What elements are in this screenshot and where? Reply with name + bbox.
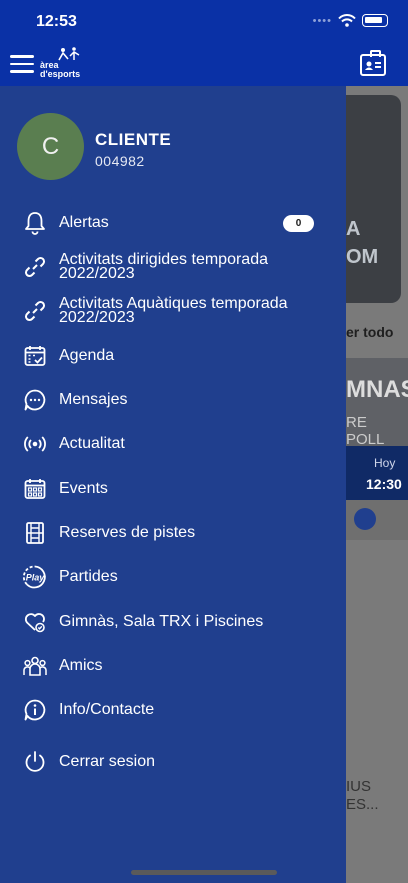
ver-todo-link: er todo: [346, 324, 394, 340]
schedule-day: Hoy: [374, 456, 396, 470]
menu-label: Amics: [59, 657, 103, 674]
bell-icon: [22, 210, 48, 236]
link-icon: [22, 298, 48, 324]
user-name: CLIENTE: [95, 130, 172, 149]
background-bottom-text: IUS ES...: [346, 778, 379, 813]
menu-label: Activitats dirigides temporada 2022/2023: [59, 251, 268, 282]
battery-icon: [362, 14, 388, 27]
logo-line2: d'esports: [40, 69, 81, 79]
schedule-time: 12:30: [366, 476, 402, 492]
menu-label: Info/Contacte: [59, 701, 155, 718]
id-card-icon: [365, 61, 381, 70]
menu-item-alertas[interactable]: Alertas 0: [0, 208, 346, 238]
menu-item-reserves-de-pistes[interactable]: Reserves de pistes: [0, 518, 346, 548]
user-id: 004982: [95, 153, 145, 169]
menu-label: Cerrar sesion: [59, 753, 156, 770]
power-icon: [22, 749, 48, 775]
schedule-strip: Hoy 12:30: [346, 446, 408, 500]
activity-icon: [354, 508, 376, 530]
menu-label: Actualitat: [59, 435, 125, 452]
menu-label: Activitats Aquàtiques temporada 2022/202…: [59, 295, 288, 326]
menu-label: Reserves de pistes: [59, 524, 196, 541]
menu-label: Alertas: [59, 214, 109, 231]
play-badge-icon: Play: [22, 564, 48, 590]
menu-item-partides[interactable]: Play Partides: [0, 562, 346, 592]
home-indicator[interactable]: [131, 870, 277, 875]
info-bubble-icon: [22, 697, 48, 723]
avatar[interactable]: C: [17, 113, 84, 180]
background-card: [346, 500, 408, 540]
background-content: A OM er todo MNAS RE POLL Hoy 12:30 IUS …: [346, 86, 408, 883]
wifi-icon: [338, 14, 356, 27]
id-card-button[interactable]: [360, 50, 386, 76]
menu-item-cerrar-sesion[interactable]: Cerrar sesion: [0, 747, 346, 777]
chat-bubble-icon: [22, 387, 48, 413]
alert-count-badge: 0: [283, 214, 314, 232]
court-icon: [22, 520, 48, 546]
calendar-grid-icon: [22, 476, 48, 502]
gym-subtitle: RE POLL: [346, 414, 385, 448]
menu-item-actualitat[interactable]: Actualitat: [0, 429, 346, 459]
top-bar: 12:53 •••• àrea d'esports: [0, 0, 408, 86]
status-time: 12:53: [36, 13, 77, 30]
hamburger-menu-button[interactable]: [10, 55, 34, 78]
menu-item-gimnas[interactable]: Gimnàs, Sala TRX i Piscines: [0, 607, 346, 637]
menu-label: Mensajes: [59, 391, 128, 408]
menu-item-amics[interactable]: Amics: [0, 651, 346, 681]
menu-item-activitats-aquatiques[interactable]: Activitats Aquàtiques temporada 2022/202…: [0, 296, 346, 326]
menu-label: Agenda: [59, 347, 115, 364]
background-banner-photo: A OM: [346, 95, 401, 303]
link-icon: [22, 254, 48, 280]
menu-label: Events: [59, 480, 108, 497]
heart-check-icon: [22, 609, 48, 635]
gym-title: MNAS: [346, 376, 408, 403]
app-logo: àrea d'esports: [40, 47, 90, 79]
side-drawer: C CLIENTE 004982 Alertas 0 Activitats di…: [0, 86, 346, 883]
logo-figure-icon: [58, 47, 80, 61]
signal-icon: ••••: [312, 14, 332, 27]
banner-text: A OM: [346, 218, 379, 268]
menu-item-activitats-dirigides[interactable]: Activitats dirigides temporada 2022/2023: [0, 252, 346, 282]
svg-text:Play: Play: [26, 573, 46, 583]
broadcast-icon: [22, 431, 48, 457]
menu-item-agenda[interactable]: Agenda: [0, 341, 346, 371]
menu-item-mensajes[interactable]: Mensajes: [0, 385, 346, 415]
people-icon: [22, 653, 48, 679]
calendar-check-icon: [22, 343, 48, 369]
menu-item-info-contacte[interactable]: Info/Contacte: [0, 695, 346, 725]
menu-label: Gimnàs, Sala TRX i Piscines: [59, 613, 264, 630]
gym-banner: MNAS RE POLL: [346, 358, 408, 448]
menu-label: Partides: [59, 568, 118, 585]
status-icons: ••••: [313, 14, 388, 27]
menu-item-events[interactable]: Events: [0, 474, 346, 504]
